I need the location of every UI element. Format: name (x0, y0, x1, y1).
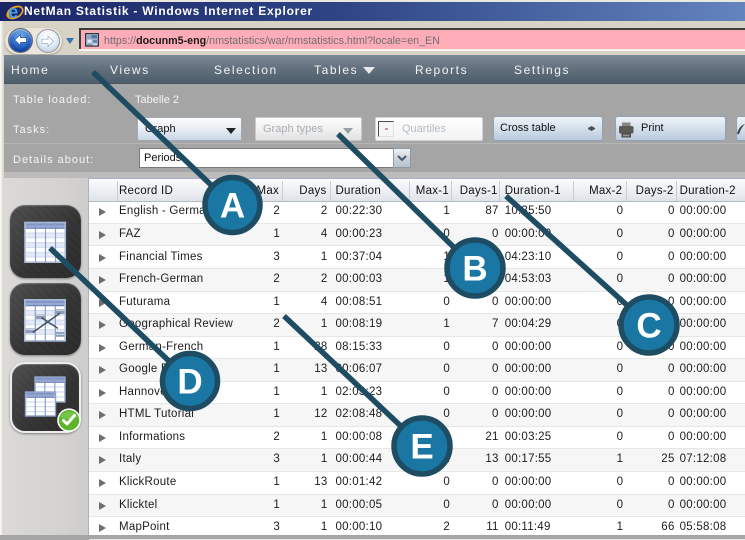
svg-text:B: B (462, 250, 487, 289)
svg-text:C: C (636, 307, 661, 346)
svg-text:E: E (410, 428, 433, 467)
svg-text:D: D (177, 363, 202, 402)
svg-text:A: A (220, 187, 245, 226)
